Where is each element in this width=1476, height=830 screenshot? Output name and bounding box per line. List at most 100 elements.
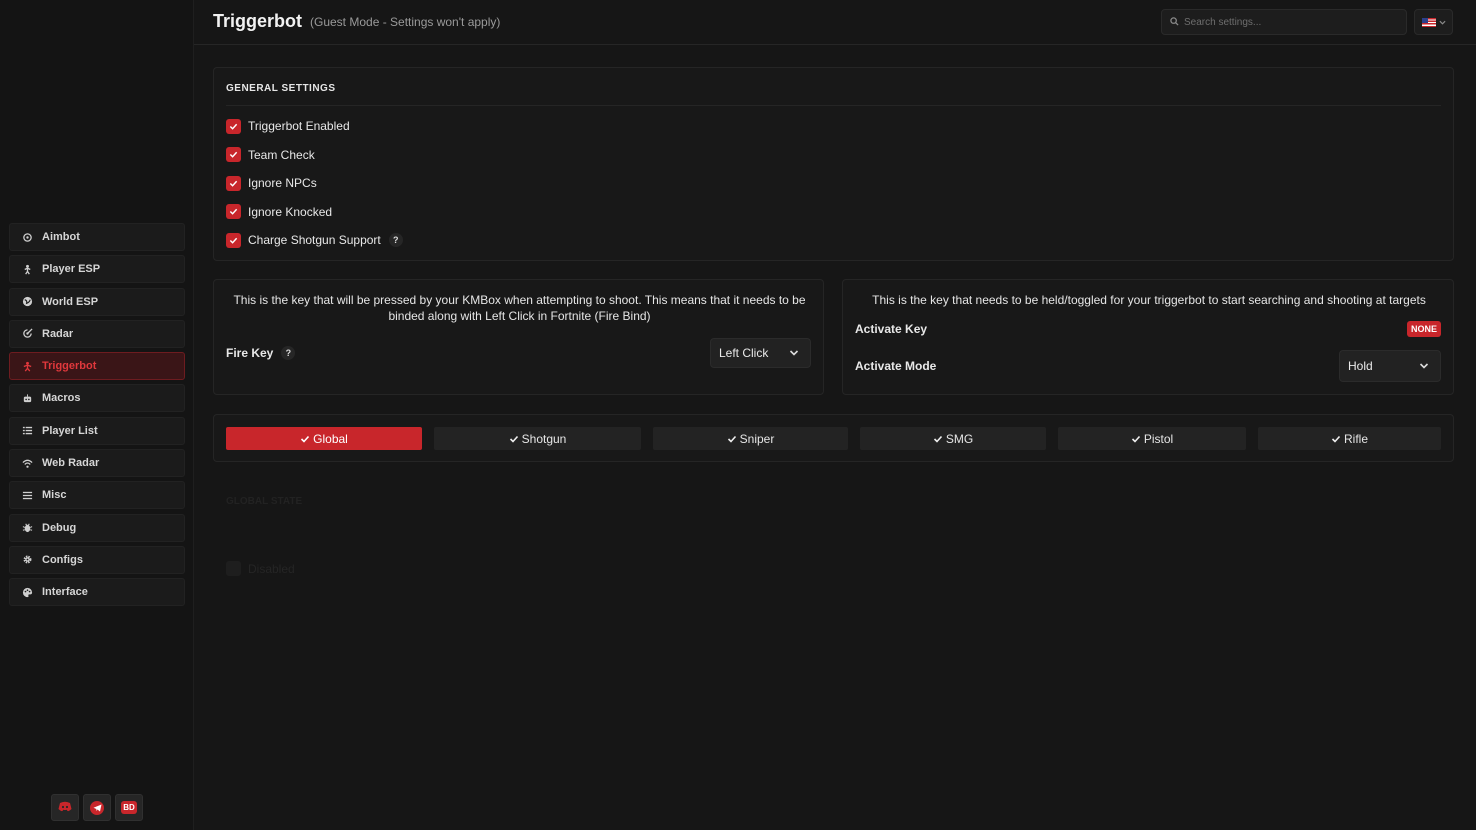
weapon-tabs-panel: Global Shotgun Sniper SMG Pistol Rifle [213,414,1454,462]
option-label: Ignore Knocked [248,204,333,219]
page-header: Triggerbot (Guest Mode - Settings won't … [194,0,1476,45]
faded-checkbox [226,561,241,576]
fire-key-description: This is the key that will be pressed by … [233,293,806,323]
chevron-down-icon [789,350,799,356]
faded-section-title: GLOBAL STATE [226,496,303,507]
checkbox[interactable] [226,147,241,162]
option-label: Ignore NPCs [248,176,317,190]
activate-key-badge[interactable]: NONE [1407,321,1442,337]
list-icon [21,425,33,437]
gear-icon [21,554,33,566]
checkbox[interactable] [226,232,241,248]
tab-sniper[interactable]: Sniper [653,427,848,450]
telegram-button[interactable] [83,794,111,821]
check-icon [509,435,518,443]
activate-mode-value: Hold [1348,359,1373,373]
tab-shotgun[interactable]: Shotgun [434,427,641,450]
fire-key-label: Fire Key [226,346,274,360]
check-icon [229,180,238,187]
chevron-down-icon [1419,363,1429,369]
sidebar-item-label: Web Radar [42,457,100,470]
sidebar-item-triggerbot[interactable]: Triggerbot [9,352,185,381]
sidebar-item-player-list[interactable]: Player List [9,416,185,445]
crosshair-icon [21,231,33,243]
option-label: Charge Shotgun Support [248,233,381,247]
sidebar-item-label: Configs [42,553,83,566]
divider [226,105,1441,106]
check-icon [229,208,238,215]
section-title: GENERAL SETTINGS [226,83,336,94]
option-charge-shotgun-support[interactable]: Charge Shotgun Support ? [226,232,403,248]
palette-icon [21,586,33,598]
search-input[interactable] [1184,16,1384,28]
discord-button[interactable] [51,794,79,821]
sidebar-item-misc[interactable]: Misc [9,481,185,510]
option-ignore-knocked[interactable]: Ignore Knocked [226,204,332,220]
tab-pistol[interactable]: Pistol [1058,427,1246,450]
tab-smg[interactable]: SMG [860,427,1046,450]
tab-label: SMG [945,431,974,446]
activate-key-description: This is the key that needs to be held/to… [872,293,1426,307]
tab-label: Rifle [1343,431,1368,446]
activate-key-panel: This is the key that needs to be held/to… [842,279,1454,395]
check-icon [727,435,736,443]
sidebar-item-radar[interactable]: Radar [9,319,185,348]
bug-icon [21,522,33,534]
check-icon [229,237,238,244]
page-title: Triggerbot [213,11,302,31]
tab-global[interactable]: Global [226,427,422,450]
tab-rifle[interactable]: Rifle [1258,427,1441,450]
bd-icon: BD [121,801,137,814]
sidebar: Aimbot Player ESP World ESP Radar Trigge… [0,0,194,830]
check-icon [933,435,942,443]
sidebar-item-label: Aimbot [42,231,80,243]
globe-icon [21,296,33,308]
check-icon [229,123,238,130]
sidebar-item-world-esp[interactable]: World ESP [9,287,185,316]
check-icon [1131,435,1140,443]
discord-icon [58,799,72,817]
activate-key-label: Activate Key [855,322,928,336]
activate-mode-label: Activate Mode [855,359,937,373]
option-team-check[interactable]: Team Check [226,147,315,163]
sidebar-item-web-radar[interactable]: Web Radar [9,449,185,478]
general-settings-panel: GENERAL SETTINGS Triggerbot Enabled Team… [213,67,1454,261]
option-triggerbot-enabled[interactable]: Triggerbot Enabled [226,118,350,134]
bd-button[interactable]: BD [115,794,143,821]
option-ignore-npcs[interactable]: Ignore NPCs [226,175,317,191]
checkbox[interactable] [226,175,241,191]
checkbox[interactable] [226,204,241,219]
check-icon [1331,435,1341,443]
sidebar-item-configs[interactable]: Configs [9,545,185,574]
search-box[interactable] [1161,9,1407,35]
page-subtitle: (Guest Mode - Settings won't apply) [310,15,501,29]
option-label: Team Check [248,147,315,162]
sidebar-nav: Aimbot Player ESP World ESP Radar Trigge… [9,223,185,611]
option-label: Triggerbot Enabled [248,119,350,133]
fire-key-select[interactable]: Left Click [710,338,811,368]
fire-key-label-group: Fire Key ? [226,346,296,360]
sidebar-item-debug[interactable]: Debug [9,513,185,542]
fire-key-value: Left Click [719,346,769,360]
tab-label: Pistol [1143,431,1174,446]
sidebar-item-aimbot[interactable]: Aimbot [9,223,185,251]
sidebar-item-label: Debug [42,521,77,534]
sidebar-item-player-esp[interactable]: Player ESP [9,255,185,284]
tab-label: Shotgun [521,431,567,446]
sidebar-item-label: Radar [42,327,74,340]
search-icon [1170,13,1179,31]
sidebar-item-label: Triggerbot [42,360,97,373]
tab-label: Global [313,431,348,446]
robot-icon [21,392,33,404]
help-icon[interactable]: ? [281,346,296,360]
check-icon [301,435,310,443]
wifi-icon [21,457,33,469]
help-icon[interactable]: ? [388,233,403,247]
activate-mode-select[interactable]: Hold [1339,350,1441,382]
sidebar-item-label: Misc [42,489,67,502]
sidebar-item-macros[interactable]: Macros [9,384,185,413]
checkbox[interactable] [226,118,241,134]
language-selector[interactable] [1414,9,1453,35]
sidebar-item-label: Macros [42,392,81,405]
sidebar-item-interface[interactable]: Interface [9,578,185,607]
